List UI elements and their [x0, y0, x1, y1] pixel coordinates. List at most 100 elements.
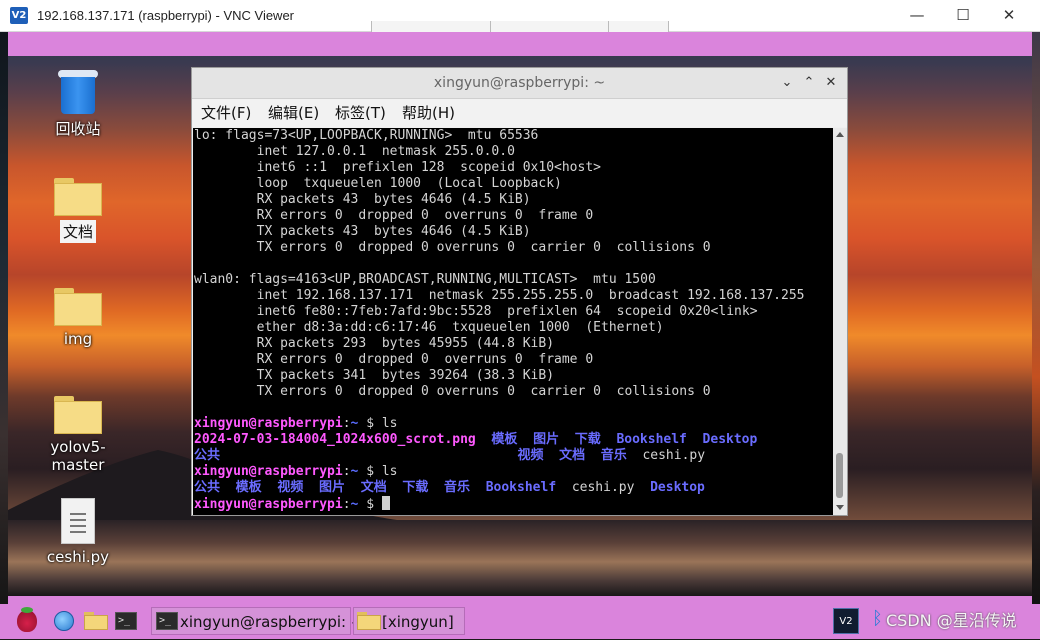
prompt-user: xingyun@raspberrypi [194, 464, 343, 479]
terminal-line: RX packets 293 bytes 45955 (44.8 KiB) [194, 336, 555, 351]
terminal-line: inet6 ::1 prefixlen 128 scopeid 0x10<hos… [194, 160, 601, 175]
terminal-scrollbar[interactable] [833, 128, 847, 515]
desktop-icon-yolov5[interactable]: yolov5-master [33, 396, 123, 474]
prompt-user: xingyun@raspberrypi [194, 497, 343, 512]
raspberry-menu-icon [17, 607, 37, 632]
terminal-launcher[interactable]: >_ [115, 612, 137, 640]
vnc-close-button[interactable]: ✕ [986, 0, 1032, 31]
terminal-line: wlan0: flags=4163<UP,BROADCAST,RUNNING,M… [194, 272, 656, 287]
remote-bottom-panel-edge [8, 596, 1032, 604]
terminal-line: loop txqueuelen 1000 (Local Loopback) [194, 176, 562, 191]
terminal-maximize-button[interactable]: ⌃ [798, 68, 820, 98]
ls-entry: 下载 [574, 432, 601, 447]
ls-entry: 图片 [533, 432, 560, 447]
terminal-line: inet 127.0.0.1 netmask 255.0.0.0 [194, 144, 515, 159]
host-desktop-edge-right [1032, 32, 1040, 607]
terminal-screen[interactable]: lo: flags=73<UP,LOOPBACK,RUNNING> mtu 65… [193, 128, 833, 515]
file-icon [61, 498, 95, 544]
vnc-logo-icon: V2 [10, 7, 28, 24]
scrollbar-thumb[interactable] [836, 453, 843, 498]
desktop-icon-label: ceshi.py [46, 548, 110, 566]
folder-icon [54, 396, 102, 434]
terminal-titlebar[interactable]: xingyun@raspberrypi: ~ ⌄ ⌃ ✕ [192, 68, 847, 99]
browser-globe-icon [54, 611, 74, 631]
terminal-icon: >_ [156, 612, 178, 630]
menu-help[interactable]: 帮助(H) [402, 99, 455, 127]
ls-entry: 模板 [235, 480, 262, 495]
bluetooth-icon[interactable]: ᛒ [872, 605, 883, 633]
terminal-close-button[interactable]: ✕ [820, 68, 842, 98]
raspberry-menu-button[interactable] [17, 607, 37, 638]
taskbar: >_ >_ xingyun@raspberrypi: ~ [xingyun] V… [0, 604, 1040, 639]
menu-edit[interactable]: 编辑(E) [268, 99, 319, 127]
scroll-up-icon[interactable] [836, 132, 844, 137]
ls-entry: Desktop [650, 480, 705, 495]
scroll-down-icon[interactable] [836, 505, 844, 510]
terminal-line: TX errors 0 dropped 0 overruns 0 carrier… [194, 384, 711, 399]
terminal-minimize-button[interactable]: ⌄ [776, 68, 798, 98]
ls-entry: 视频 [517, 448, 544, 463]
terminal-line: xingyun@raspberrypi:~ $ [194, 496, 804, 512]
prompt-dollar: $ [358, 464, 382, 479]
desktop-icon-label: img [63, 330, 93, 348]
ls-entry: 视频 [277, 480, 304, 495]
csdn-watermark: CSDN @星沿传说 [886, 611, 1017, 630]
task-file-manager[interactable]: [xingyun] [353, 607, 465, 635]
folder-icon [357, 612, 381, 630]
typed-command: ls [381, 416, 398, 431]
desktop-icon-documents[interactable]: 文档 [33, 178, 123, 243]
terminal-line: xingyun@raspberrypi:~ $ ls [194, 416, 804, 432]
vnc-titlebar: V2 192.168.137.171 (raspberrypi) - VNC V… [0, 0, 1040, 34]
vnc-minimize-button[interactable]: — [894, 0, 940, 31]
ls-entry: ceshi.py [571, 480, 635, 495]
ls-entry: 音乐 [444, 480, 471, 495]
ls-entry: 模板 [491, 432, 518, 447]
terminal-title: xingyun@raspberrypi: ~ [433, 75, 606, 91]
desktop-icon-label: yolov5-master [50, 438, 106, 474]
prompt-separator: : [342, 464, 351, 479]
desktop-icon-img[interactable]: img [33, 288, 123, 348]
host-desktop-edge-left [0, 32, 8, 607]
desktop-icon-ceshi[interactable]: ceshi.py [33, 498, 123, 566]
terminal-window[interactable]: xingyun@raspberrypi: ~ ⌄ ⌃ ✕ 文件(F) 编辑(E)… [191, 67, 848, 516]
folder-icon [54, 288, 102, 326]
terminal-line: 公共 视频 文档 音乐 ceshi.py [194, 448, 804, 464]
ls-entry: 音乐 [600, 448, 627, 463]
file-manager-icon [84, 612, 108, 630]
file-manager-launcher[interactable] [84, 612, 108, 640]
menu-tabs[interactable]: 标签(T) [335, 99, 386, 127]
sea [8, 520, 1032, 596]
folder-icon [54, 178, 102, 216]
ls-entry: ceshi.py [642, 448, 706, 463]
terminal-output: lo: flags=73<UP,LOOPBACK,RUNNING> mtu 65… [194, 128, 804, 512]
ls-entry: 文档 [360, 480, 387, 495]
terminal-menubar: 文件(F) 编辑(E) 标签(T) 帮助(H) [192, 99, 847, 127]
ls-entry: 公共 [194, 480, 221, 495]
prompt-separator: : [342, 416, 351, 431]
task-terminal[interactable]: >_ xingyun@raspberrypi: ~ [151, 607, 363, 635]
terminal-line: xingyun@raspberrypi:~ $ ls [194, 464, 804, 480]
terminal-line: TX errors 0 dropped 0 overruns 0 carrier… [194, 240, 711, 255]
ls-entry: Bookshelf [485, 480, 557, 495]
browser-launcher[interactable] [54, 611, 74, 639]
prompt-dollar: $ [358, 416, 382, 431]
terminal-icon: >_ [115, 612, 137, 630]
tray-vnc[interactable]: V2 [833, 608, 859, 636]
prompt-user: xingyun@raspberrypi [194, 416, 343, 431]
terminal-line: inet6 fe80::7feb:7afd:9bc:5528 prefixlen… [194, 304, 758, 319]
ls-entry: 图片 [319, 480, 346, 495]
terminal-line: TX packets 43 bytes 4646 (4.5 KiB) [194, 224, 531, 239]
ls-entry: 下载 [402, 480, 429, 495]
vnc-tray-icon: V2 [833, 608, 859, 634]
text-cursor [381, 496, 390, 510]
ls-entry: Desktop [702, 432, 758, 447]
terminal-line: inet 192.168.137.171 netmask 255.255.255… [194, 288, 805, 303]
desktop-icon-trash[interactable]: 回收站 [33, 66, 123, 139]
terminal-line: 公共 模板 视频 图片 文档 下载 音乐 Bookshelf ceshi.py … [194, 480, 804, 496]
task-label: [xingyun] [382, 613, 454, 631]
vnc-maximize-button[interactable]: ☐ [940, 0, 986, 31]
ls-entry: Bookshelf [616, 432, 687, 447]
menu-file[interactable]: 文件(F) [201, 99, 251, 127]
ls-entry: 文档 [559, 448, 586, 463]
